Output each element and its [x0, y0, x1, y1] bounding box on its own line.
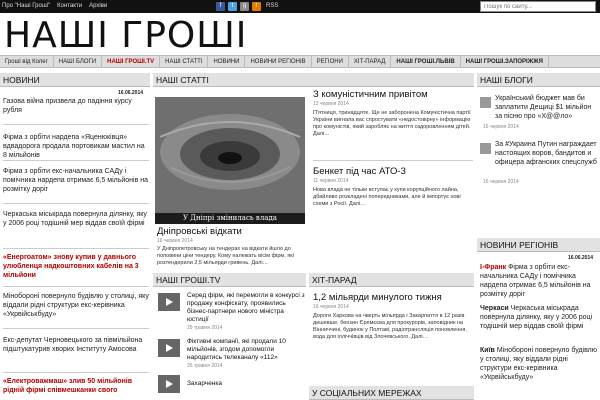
news-item[interactable]: Мінобороні повернуло будівлю у столиці, …	[3, 292, 149, 319]
regions-date: 16.06.2014	[568, 255, 594, 261]
news-item[interactable]: Газова війна призвела до падіння курсу р…	[3, 97, 149, 115]
nav-item-hitparade[interactable]: ХІТ-ПАРАД	[349, 56, 392, 67]
nav-item-articles[interactable]: НАШІ СТАТТІ	[160, 56, 209, 67]
article-date: 11 червня 2014	[313, 178, 349, 184]
nav-item-zaporizhzhia[interactable]: НАШІ ГРОШІ.ЗАПОРІЖЖЯ	[461, 56, 549, 67]
blogs-header: НАШІ БЛОГИ	[477, 73, 600, 87]
regions-header: НОВИНИ РЕГІОНІВ	[477, 238, 600, 252]
avatar	[480, 143, 491, 154]
region-text: Мінобороні повернуло будівлю у столиці, …	[480, 347, 597, 381]
article-photo[interactable]: У Дніпрі змінилась влада	[155, 97, 305, 224]
social-icons: f t g r	[216, 2, 261, 11]
blog-item[interactable]: За #Украина Путин награждает настоящих в…	[495, 140, 599, 167]
region-news-item[interactable]: Черкаси Черкаська міськрада повернула ді…	[480, 304, 598, 331]
hitparade-excerpt: Дороги Харкова на чверть мільярда і Зака…	[313, 313, 467, 340]
article-date: 16 червня 2014	[157, 238, 193, 244]
nav-item-blogs[interactable]: НАШІ БЛОГИ	[54, 56, 103, 67]
twitter-icon[interactable]: t	[228, 2, 237, 11]
blog-date: 16 червня 2014	[483, 179, 519, 185]
hitparade-title[interactable]: 1,2 мільярди минулого тижня	[313, 292, 442, 303]
divider	[3, 286, 149, 287]
news-item[interactable]: Фірма з орбіти нардепа «Яценюківця» вдва…	[3, 133, 149, 160]
news-item-highlighted[interactable]: «Енергоатом» знову купив у давнього улюб…	[3, 253, 149, 280]
video-date: 26 травня 2014	[187, 363, 223, 369]
divider	[3, 160, 149, 161]
video-title[interactable]: Захарченка	[187, 380, 305, 388]
video-thumbnail[interactable]	[158, 375, 180, 393]
article-title[interactable]: Дніпровські відкати	[157, 226, 242, 237]
article-excerpt: П'ятниця, тринадцяте. Ще не заборонена К…	[313, 110, 471, 137]
hitparade-header: ХІТ-ПАРАД	[309, 273, 474, 287]
rss-label[interactable]: RSS	[266, 3, 278, 9]
divider	[3, 328, 149, 329]
blog-item[interactable]: Український бюджет мав би заплатити Дещи…	[495, 94, 599, 121]
divider	[3, 248, 149, 249]
avatar	[480, 97, 491, 108]
divider	[3, 124, 149, 125]
article-excerpt: У Дніпропетровську на тендерах на відкат…	[157, 246, 294, 266]
main-nav: Гроші від Колег НАШІ БЛОГИ НАШІ ГРОШІ.TV…	[0, 55, 600, 68]
site-logo[interactable]: НАШІ ГРОШІ	[4, 15, 247, 56]
top-link-archive[interactable]: Архіви	[89, 3, 107, 9]
video-title[interactable]: Серед фірм, які перемогли в конкурсі з п…	[187, 292, 305, 324]
nav-item-region-news[interactable]: НОВИНИ РЕГІОНІВ	[245, 56, 312, 67]
video-thumbnail[interactable]	[158, 293, 180, 311]
region-news-item[interactable]: Київ Мінобороні повернуло будівлю у стол…	[480, 346, 598, 382]
social-header: У СОЦІАЛЬНИХ МЕРЕЖАХ	[309, 386, 474, 400]
video-date: 29 травня 2014	[187, 325, 223, 331]
article-excerpt: Нова влада не тільки вступає у купи кору…	[313, 187, 461, 207]
top-link-contacts[interactable]: Контакти	[57, 3, 82, 9]
nav-item-lviv[interactable]: НАШІ ГРОШІ.ЛЬВІВ	[391, 56, 461, 67]
divider	[3, 203, 149, 204]
news-item[interactable]: Черкаська міськрада повернула ділянку, я…	[3, 210, 149, 228]
photo-caption: У Дніпрі змінилась влада	[155, 213, 305, 224]
top-link-about[interactable]: Про "Наші Гроші"	[2, 3, 50, 9]
article-title[interactable]: З комуністичним привітом	[313, 89, 428, 100]
region-city: І-Франк	[480, 264, 507, 271]
whirlpool-image	[155, 97, 305, 224]
top-links: Про "Наші Гроші" Контакти Архіви	[2, 3, 107, 9]
nav-item-news[interactable]: НОВИНИ	[208, 56, 246, 67]
facebook-icon[interactable]: f	[216, 2, 225, 11]
hitparade-date: 16 червня 2014	[313, 304, 349, 310]
nav-item-tv[interactable]: НАШІ ГРОШІ.TV	[102, 56, 161, 67]
video-title[interactable]: Фіктивні компанії, які продали 10 мільйо…	[187, 338, 305, 362]
article-title[interactable]: Бенкет під час АТО-3	[313, 166, 406, 177]
news-item-highlighted[interactable]: «Електроважмаш» злив 50 мільйонів рідній…	[3, 377, 149, 395]
video-thumbnail[interactable]	[158, 339, 180, 357]
divider	[3, 372, 149, 373]
search-input[interactable]	[480, 1, 596, 12]
divider	[313, 160, 473, 161]
nav-item-regions[interactable]: РЕГІОНИ	[312, 56, 349, 67]
news-item[interactable]: Фірма з орбіти екс-начальника САДу і пом…	[3, 167, 149, 194]
tv-header: НАШІ ГРОШІ.TV	[153, 273, 306, 287]
news-item[interactable]: Екс-депутат Черновецького за півмільйона…	[3, 336, 149, 354]
region-news-item[interactable]: І-Франк Фірма з орбіти екс-начальника СА…	[480, 263, 598, 299]
article-date: 13 червня 2014	[313, 101, 349, 107]
blog-date: 16 червня 2014	[483, 124, 519, 130]
google-plus-icon[interactable]: g	[240, 2, 249, 11]
articles-header: НАШІ СТАТТІ	[153, 73, 474, 87]
nav-item-colleagues[interactable]: Гроші від Колег	[0, 56, 54, 67]
region-city: Київ	[480, 347, 495, 354]
news-header: НОВИНИ	[0, 73, 150, 87]
rss-icon[interactable]: r	[252, 2, 261, 11]
region-city: Черкаси	[480, 305, 509, 312]
news-date: 16.06.2014	[118, 90, 144, 96]
